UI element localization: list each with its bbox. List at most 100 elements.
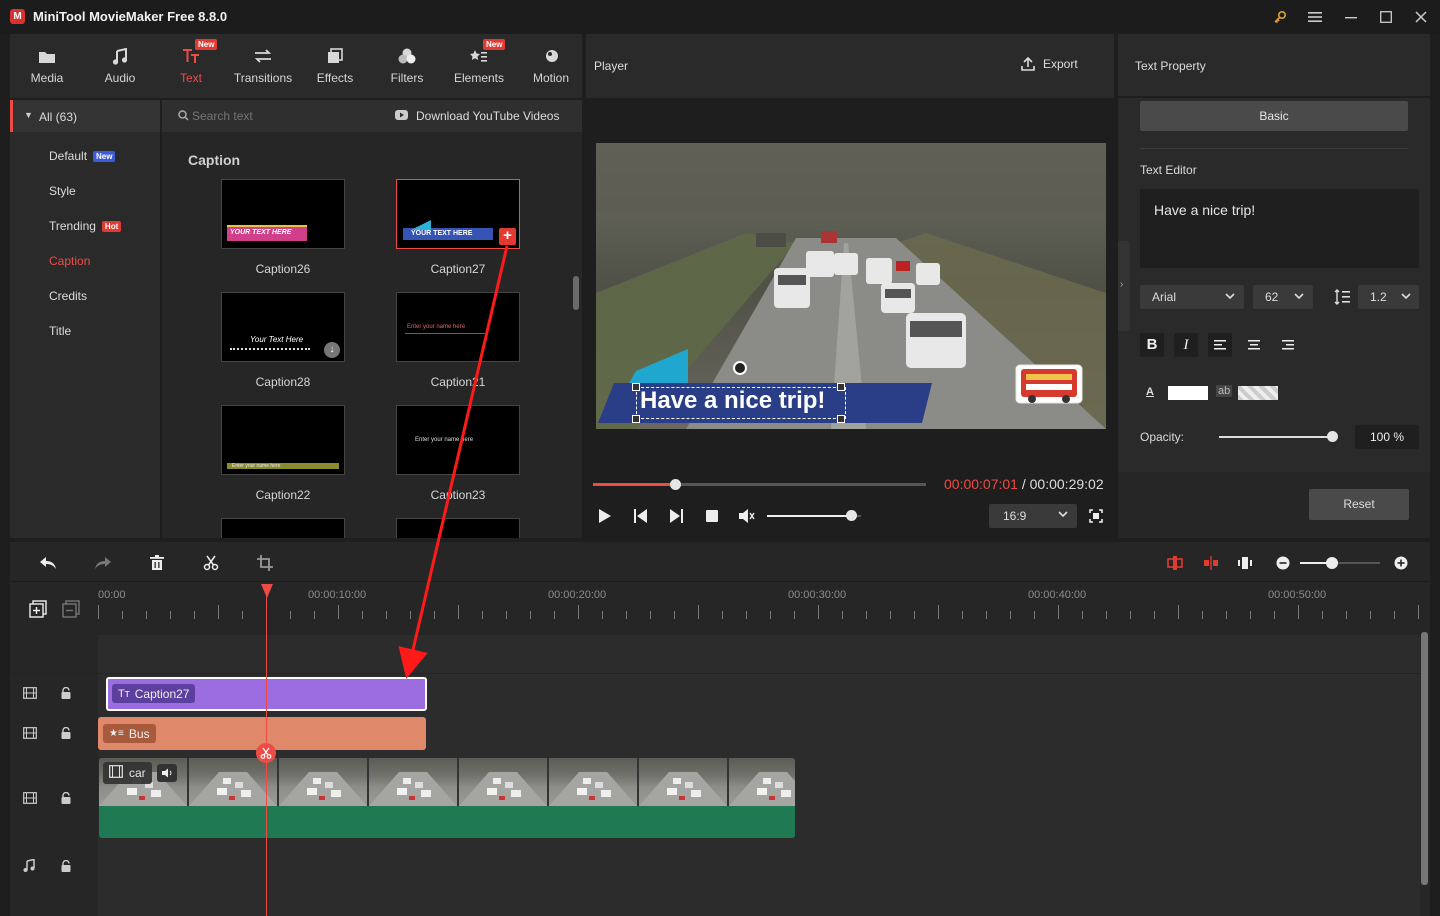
caption-thumb[interactable]: Enter your name here — [396, 292, 520, 362]
progress-track[interactable] — [593, 479, 926, 490]
category-style[interactable]: Style — [49, 184, 76, 198]
thumb-overlay-text: Enter your name here — [232, 463, 281, 469]
close-button[interactable] — [1409, 6, 1433, 28]
fullscreen-icon[interactable] — [1089, 509, 1103, 526]
ruler-time-label: 00:00:10:00 — [308, 589, 367, 601]
category-caption[interactable]: Caption — [49, 254, 90, 268]
tab-basic[interactable]: Basic — [1140, 101, 1408, 131]
maximize-button[interactable] — [1374, 6, 1398, 28]
split-scissors-icon[interactable] — [256, 743, 276, 763]
clip-volume-icon[interactable] — [157, 764, 177, 782]
tab-media[interactable]: Media — [11, 34, 83, 98]
aspect-ratio-select[interactable]: 16:9 — [989, 504, 1077, 528]
caption-thumb[interactable] — [221, 518, 345, 538]
export-button[interactable]: Export — [1020, 56, 1078, 72]
category-all[interactable]: ▼ All (63) — [10, 100, 160, 132]
tab-motion[interactable]: Motion — [515, 34, 587, 98]
delete-icon[interactable] — [146, 552, 168, 574]
snap-icon[interactable] — [1164, 552, 1186, 574]
play-button[interactable] — [598, 509, 612, 526]
caption-thumb[interactable] — [396, 518, 520, 538]
tab-filters[interactable]: Filters — [371, 34, 443, 98]
stop-button[interactable] — [705, 509, 719, 526]
tab-text[interactable]: New Text — [155, 34, 227, 98]
progress-knob[interactable] — [670, 479, 682, 490]
volume-icon[interactable] — [738, 508, 756, 527]
player-header: Player Export — [586, 34, 1114, 98]
italic-button[interactable]: I — [1174, 333, 1198, 357]
split-scissors-icon[interactable] — [200, 552, 222, 574]
next-frame-button[interactable] — [669, 509, 683, 526]
download-youtube-button[interactable]: Download YouTube Videos — [416, 109, 559, 123]
key-icon[interactable] — [1268, 6, 1292, 28]
opacity-slider[interactable] — [1219, 431, 1338, 442]
align-right-button[interactable] — [1276, 333, 1300, 357]
crop-icon[interactable] — [254, 552, 276, 574]
category-trending[interactable]: Trending Hot — [49, 219, 122, 233]
tab-effects[interactable]: Effects — [299, 34, 371, 98]
align-center-button[interactable] — [1242, 333, 1266, 357]
zoom-knob[interactable] — [1326, 557, 1338, 569]
resize-handle[interactable] — [632, 415, 640, 423]
split-track-icon[interactable] — [1200, 552, 1222, 574]
volume-slider[interactable] — [767, 510, 861, 521]
remove-track-icon[interactable] — [62, 600, 80, 621]
caption-thumb[interactable]: YOUR TEXT HERE + — [396, 179, 520, 249]
lock-icon[interactable] — [61, 859, 71, 875]
redo-icon[interactable] — [92, 552, 114, 574]
opacity-knob[interactable] — [1327, 431, 1338, 442]
text-editor-field[interactable]: Have a nice trip! — [1140, 189, 1419, 268]
resize-handle[interactable] — [632, 383, 640, 391]
category-default[interactable]: Default New — [49, 149, 116, 163]
category-title-label: Title — [49, 324, 72, 338]
tab-transitions[interactable]: Transitions — [227, 34, 299, 98]
previous-frame-button[interactable] — [634, 509, 648, 526]
background-color-swatch[interactable] — [1238, 386, 1278, 400]
menu-icon[interactable] — [1303, 6, 1327, 28]
caption-thumb[interactable]: YOUR TEXT HERE — [221, 179, 345, 249]
video-preview[interactable]: Have a nice trip! — [596, 143, 1106, 429]
volume-knob[interactable] — [845, 510, 857, 521]
line-spacing-select[interactable]: 1.2 — [1358, 285, 1419, 309]
playhead-handle[interactable] — [261, 584, 273, 598]
tab-audio[interactable]: Audio — [84, 34, 156, 98]
video-frame-thumb — [279, 758, 369, 806]
timeline-ruler[interactable]: 00:00 00:00:10:00 00:00:20:00 00:00:30:0… — [10, 583, 1430, 635]
undo-icon[interactable] — [37, 552, 59, 574]
bold-button[interactable]: B — [1140, 333, 1164, 357]
panel-collapse-handle[interactable]: › — [1118, 241, 1130, 331]
audio-waveform-icon[interactable] — [1234, 552, 1256, 574]
opacity-value-input[interactable]: 100 % — [1355, 425, 1419, 449]
category-credits[interactable]: Credits — [49, 289, 87, 303]
zoom-out-icon[interactable] — [1272, 552, 1294, 574]
category-title[interactable]: Title — [49, 324, 71, 338]
caption-thumb[interactable]: Enter your name here — [396, 405, 520, 475]
search-icon — [178, 110, 189, 124]
download-icon[interactable]: ↓ — [324, 342, 340, 358]
video-clip[interactable]: car — [99, 758, 795, 838]
caption-thumb[interactable]: Enter your name here — [221, 405, 345, 475]
ruler-tick — [1154, 611, 1155, 619]
add-track-icon[interactable] — [29, 600, 47, 621]
minimize-button[interactable] — [1339, 6, 1363, 28]
add-to-timeline-button[interactable]: + — [499, 228, 516, 245]
lock-icon[interactable] — [61, 726, 71, 742]
align-left-button[interactable] — [1208, 333, 1232, 357]
lock-icon[interactable] — [61, 791, 71, 807]
text-color-swatch[interactable] — [1168, 386, 1208, 400]
library-scrollbar[interactable] — [573, 276, 579, 310]
search-input[interactable] — [192, 106, 362, 126]
rotate-handle-icon[interactable] — [733, 361, 747, 375]
caption-thumb[interactable]: Your Text Here ↓ — [221, 292, 345, 362]
resize-handle[interactable] — [837, 383, 845, 391]
zoom-slider[interactable] — [1300, 557, 1380, 569]
font-size-select[interactable]: 62 — [1253, 285, 1313, 309]
tab-elements[interactable]: New Elements — [443, 34, 515, 98]
zoom-in-icon[interactable] — [1390, 552, 1412, 574]
lock-icon[interactable] — [61, 686, 71, 702]
timeline-scrollbar[interactable] — [1421, 632, 1428, 885]
divider — [1140, 148, 1408, 149]
font-select[interactable]: Arial — [1140, 285, 1244, 309]
reset-button[interactable]: Reset — [1309, 489, 1409, 520]
resize-handle[interactable] — [837, 415, 845, 423]
